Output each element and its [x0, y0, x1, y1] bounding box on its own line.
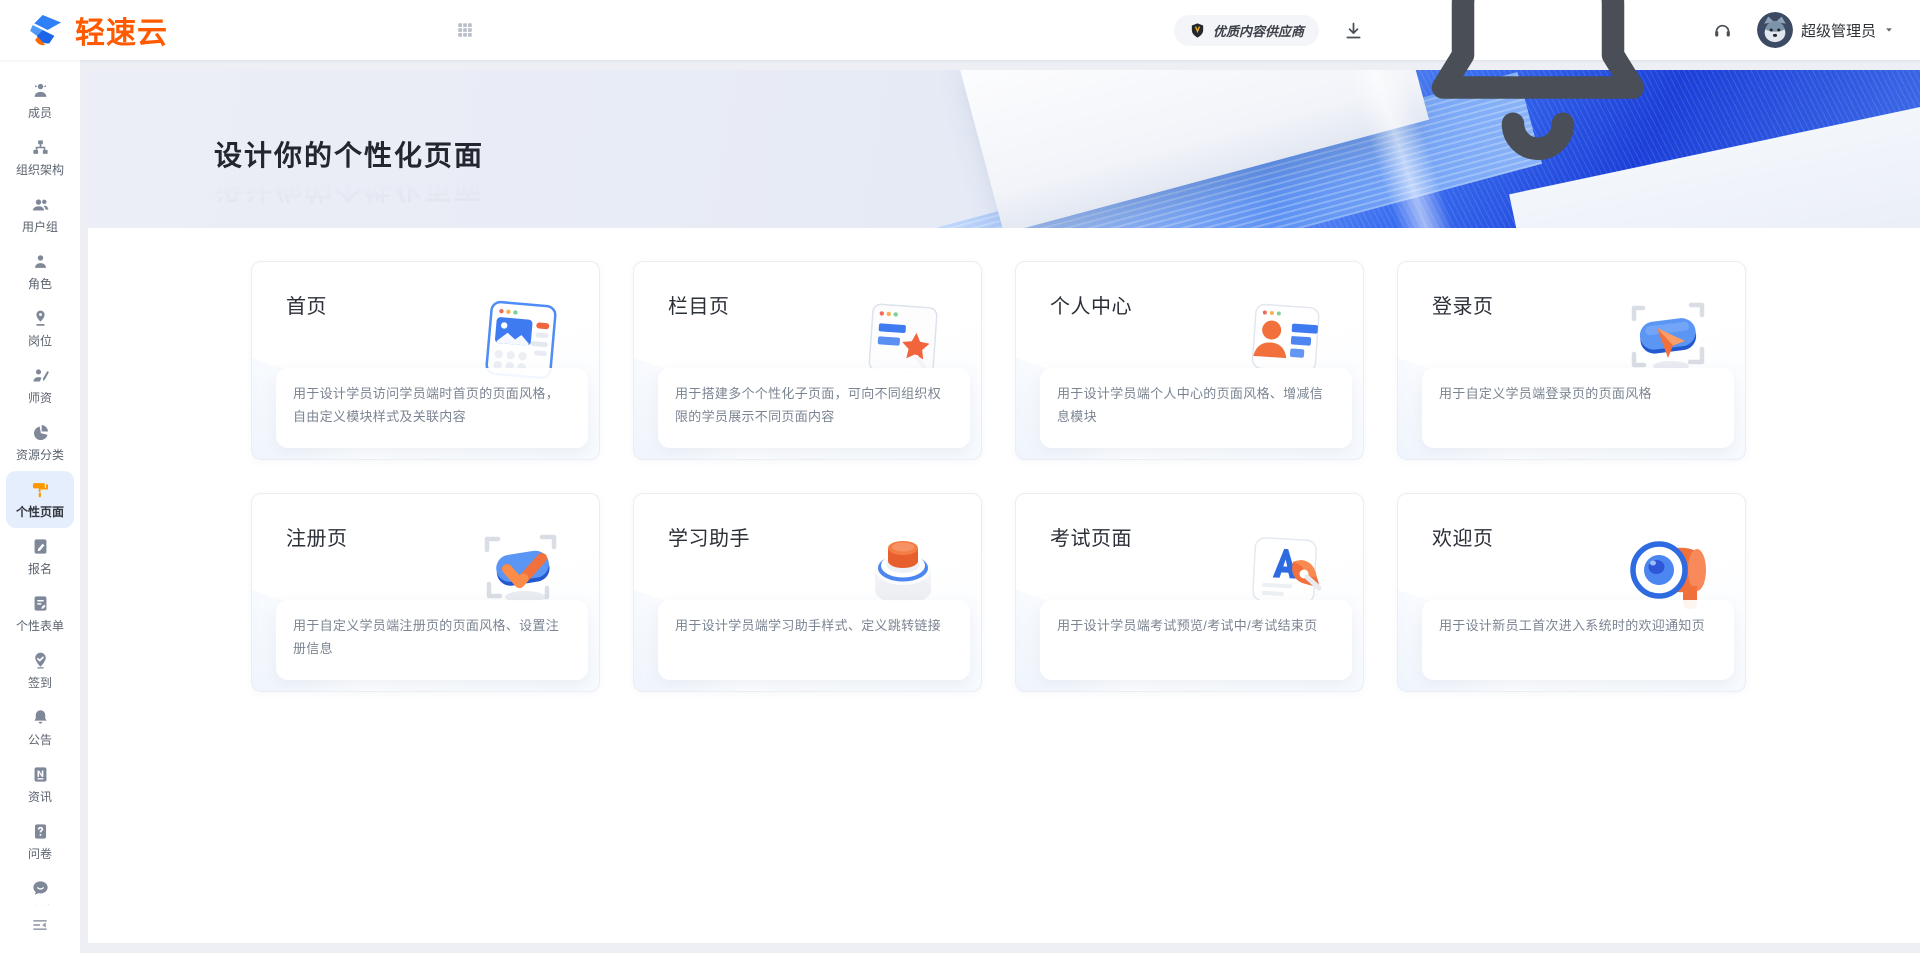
card-title: 欢迎页	[1432, 528, 1494, 550]
card-description: 用于设计学员端个人中心的页面风格、增减信息模块	[1040, 368, 1352, 448]
avatar	[1756, 12, 1793, 48]
card-study-assistant[interactable]: 学习助手 用于设计学员端学习助手样式、定义跳转链接	[633, 493, 982, 692]
form-icon	[31, 594, 50, 613]
sidebar-item-org[interactable]: 组织架构	[6, 129, 74, 186]
sidebar-item-custom-page[interactable]: 个性页面	[6, 471, 74, 528]
sidebar-item-label: 成员	[27, 105, 52, 120]
main-content: 首页 用于设计学员访问学员端时首页的页面风格，自由定义模块样式及关联内容 栏目页…	[88, 228, 1920, 943]
sidebar-item-label: 资讯	[27, 789, 52, 804]
card-column-page[interactable]: 栏目页 用于搭建多个个性化子页面，可向不同组织权限的学员展示不同页面内容	[633, 261, 982, 460]
sidebar-item-label: 用户组	[21, 219, 58, 234]
sidebar-footer	[0, 905, 80, 953]
community-icon	[31, 879, 50, 898]
card-exam-page[interactable]: 考试页面 用于设计学员端考试预览/考试中/考试结束页	[1015, 493, 1364, 692]
card-welcome-page[interactable]: 欢迎页 用于设计新员工首次进入系统时的欢迎通知页	[1397, 493, 1746, 692]
sidebar-item-news[interactable]: 资讯	[6, 756, 74, 813]
sidebar-item-post[interactable]: 岗位	[6, 300, 74, 357]
sidebar-item-label: 公告	[27, 732, 52, 747]
caret-down-icon	[1884, 25, 1894, 35]
sidebar-item-announce[interactable]: 公告	[6, 699, 74, 756]
sidebar-item-label: 问卷	[27, 846, 52, 861]
banner-title-reflection: 设计你的个性化页面	[214, 173, 485, 204]
card-description: 用于自定义学员端登录页的页面风格	[1422, 368, 1734, 448]
sidebar-list: 成员 组织架构 用户组 角色 岗位 师资 资源分类 个性页面 报名 个性表单 签…	[0, 60, 80, 927]
sidebar-item-label: 签到	[27, 675, 52, 690]
download-icon[interactable]	[1343, 20, 1364, 41]
card-description: 用于设计新员工首次进入系统时的欢迎通知页	[1422, 600, 1734, 680]
collapse-sidebar-icon[interactable]	[30, 915, 50, 935]
brand-logo[interactable]: 轻速云	[26, 8, 168, 52]
sidebar-item-custom-form[interactable]: 个性表单	[6, 585, 74, 642]
sidebar-item-label: 组织架构	[15, 162, 64, 177]
teacher-icon	[31, 366, 50, 385]
checkin-icon	[31, 651, 50, 670]
card-title: 学习助手	[668, 528, 750, 550]
sidebar-item-survey[interactable]: 问卷	[6, 813, 74, 870]
user-name: 超级管理员	[1800, 22, 1876, 40]
app-screen: 轻速云 优质内容供应商 25 超级管理员 成员	[0, 0, 1920, 953]
apps-grid-icon[interactable]	[456, 21, 474, 39]
pie-icon	[31, 423, 50, 442]
sidebar-item-role[interactable]: 角色	[6, 243, 74, 300]
member-icon	[31, 81, 50, 100]
sidebar-item-label: 个性表单	[15, 618, 64, 633]
sidebar: 成员 组织架构 用户组 角色 岗位 师资 资源分类 个性页面 报名 个性表单 签…	[0, 60, 80, 953]
sidebar-item-member[interactable]: 成员	[6, 72, 74, 129]
brand-logo-text: 轻速云	[75, 17, 168, 50]
card-home-page[interactable]: 首页 用于设计学员访问学员端时首页的页面风格，自由定义模块样式及关联内容	[251, 261, 600, 460]
survey-icon	[31, 822, 50, 841]
sidebar-item-label: 师资	[27, 390, 52, 405]
role-icon	[31, 252, 50, 271]
card-description: 用于自定义学员端注册页的页面风格、设置注册信息	[276, 600, 588, 680]
user-menu[interactable]: 超级管理员	[1756, 12, 1894, 48]
sidebar-item-label: 报名	[27, 561, 52, 576]
announce-icon	[31, 708, 50, 727]
sidebar-item-signup[interactable]: 报名	[6, 528, 74, 585]
notifications-button[interactable]: 25	[1388, 0, 1688, 180]
supplier-badge[interactable]: 优质内容供应商	[1173, 14, 1319, 46]
page-card-grid: 首页 用于设计学员访问学员端时首页的页面风格，自由定义模块样式及关联内容 栏目页…	[251, 261, 1746, 692]
bell-icon	[1388, 0, 1688, 180]
user-group-icon	[31, 195, 50, 214]
post-icon	[31, 309, 50, 328]
headset-icon[interactable]	[1712, 20, 1733, 41]
sidebar-item-teacher[interactable]: 师资	[6, 357, 74, 414]
shield-v-icon	[1189, 22, 1206, 39]
sidebar-item-label: 岗位	[27, 333, 52, 348]
paint-roller-icon	[31, 480, 50, 499]
news-icon	[31, 765, 50, 784]
card-description: 用于设计学员端学习助手样式、定义跳转链接	[658, 600, 970, 680]
card-description: 用于设计学员端考试预览/考试中/考试结束页	[1040, 600, 1352, 680]
card-personal-center[interactable]: 个人中心 用于设计学员端个人中心的页面风格、增减信息模块	[1015, 261, 1364, 460]
card-title: 注册页	[286, 528, 348, 550]
card-description: 用于搭建多个个性化子页面，可向不同组织权限的学员展示不同页面内容	[658, 368, 970, 448]
card-title: 首页	[286, 296, 327, 318]
sidebar-item-label: 个性页面	[15, 504, 64, 519]
sidebar-item-label: 资源分类	[15, 447, 64, 462]
card-title: 栏目页	[668, 296, 730, 318]
brand-logo-icon	[26, 10, 66, 50]
signup-icon	[31, 537, 50, 556]
sidebar-item-resource[interactable]: 资源分类	[6, 414, 74, 471]
org-icon	[31, 138, 50, 157]
page-title: 设计你的个性化页面	[214, 140, 485, 171]
sidebar-item-checkin[interactable]: 签到	[6, 642, 74, 699]
card-title: 考试页面	[1050, 528, 1132, 550]
card-login-page[interactable]: 登录页 用于自定义学员端登录页的页面风格	[1397, 261, 1746, 460]
navbar-right: 优质内容供应商 25 超级管理员	[1173, 0, 1894, 180]
card-description: 用于设计学员访问学员端时首页的页面风格，自由定义模块样式及关联内容	[276, 368, 588, 448]
top-navbar: 轻速云 优质内容供应商 25 超级管理员	[0, 0, 1920, 160]
sidebar-item-user-group[interactable]: 用户组	[6, 186, 74, 243]
card-title: 登录页	[1432, 296, 1494, 318]
card-title: 个人中心	[1050, 296, 1132, 318]
supplier-badge-label: 优质内容供应商	[1212, 23, 1304, 39]
sidebar-item-label: 角色	[27, 276, 52, 291]
card-register-page[interactable]: 注册页 用于自定义学员端注册页的页面风格、设置注册信息	[251, 493, 600, 692]
